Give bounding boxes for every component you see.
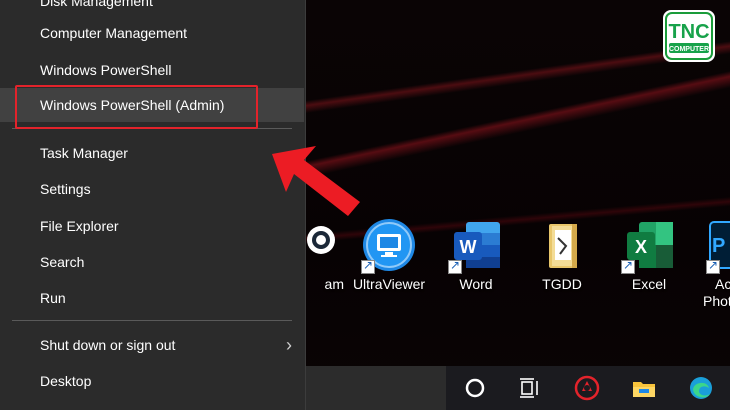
logo-brand: TNC [668, 21, 709, 43]
shortcut-arrow-icon [621, 258, 635, 274]
menu-item-task-manager[interactable]: Task Manager [0, 136, 304, 170]
desktop-icon-photoshop[interactable]: P Ac Photo [700, 218, 730, 310]
menu-item-windows-powershell[interactable]: Windows PowerShell [0, 53, 304, 87]
ultraviewer-icon [361, 218, 417, 274]
menu-item-label: Shut down or sign out [40, 337, 176, 353]
chevron-right-icon: › [286, 335, 292, 355]
desktop-icon-label-line2: Photo [703, 293, 730, 309]
cortana-icon[interactable] [461, 374, 489, 402]
desktop-icon-label: Word [459, 276, 493, 292]
desktop-icon-label: UltraViewer [352, 276, 426, 292]
svg-text:X: X [635, 237, 647, 257]
desktop-icon-label: TGDD [542, 276, 582, 292]
menu-item-computer-management[interactable]: Computer Management [0, 16, 304, 50]
excel-icon: X [621, 218, 677, 274]
menu-item-shut-down[interactable]: Shut down or sign out › [0, 328, 304, 362]
photoshop-icon: P [700, 218, 730, 274]
task-view-icon[interactable] [516, 374, 544, 402]
shortcut-arrow-icon [706, 258, 720, 274]
menu-separator [12, 320, 292, 321]
shortcut-arrow-icon [361, 258, 375, 274]
menu-item-run[interactable]: Run [0, 281, 304, 315]
tnc-logo: TNC COMPUTER [663, 10, 715, 62]
desktop-icon-ultraviewer[interactable]: UltraViewer [352, 218, 426, 293]
desktop-icon-word[interactable]: W Word [439, 218, 513, 293]
taskbar [306, 366, 730, 410]
red-arrow-icon [268, 140, 368, 220]
taskbar-search-area[interactable] [306, 366, 446, 410]
desktop-icon-tgdd[interactable]: TGDD [525, 218, 599, 293]
menu-item-search[interactable]: Search [0, 245, 304, 279]
logo-subtitle: COMPUTER [669, 46, 709, 53]
word-icon: W [448, 218, 504, 274]
folder-icon [534, 218, 590, 274]
desktop-icon-label: Excel [631, 276, 667, 292]
app-icon[interactable] [573, 374, 601, 402]
desktop-icon-excel[interactable]: X Excel [612, 218, 686, 293]
desktop-icon-label: Ac [715, 276, 730, 292]
menu-item-desktop[interactable]: Desktop [0, 364, 304, 398]
file-explorer-icon[interactable] [630, 374, 658, 402]
highlight-box [15, 85, 258, 129]
context-menu: Disk Management Computer Management Wind… [0, 0, 306, 410]
svg-text:P: P [712, 235, 725, 257]
edge-icon[interactable] [687, 374, 715, 402]
menu-item-file-explorer[interactable]: File Explorer [0, 209, 304, 243]
menu-item-settings[interactable]: Settings [0, 172, 304, 206]
svg-text:W: W [460, 237, 477, 257]
shortcut-arrow-icon [448, 258, 462, 274]
